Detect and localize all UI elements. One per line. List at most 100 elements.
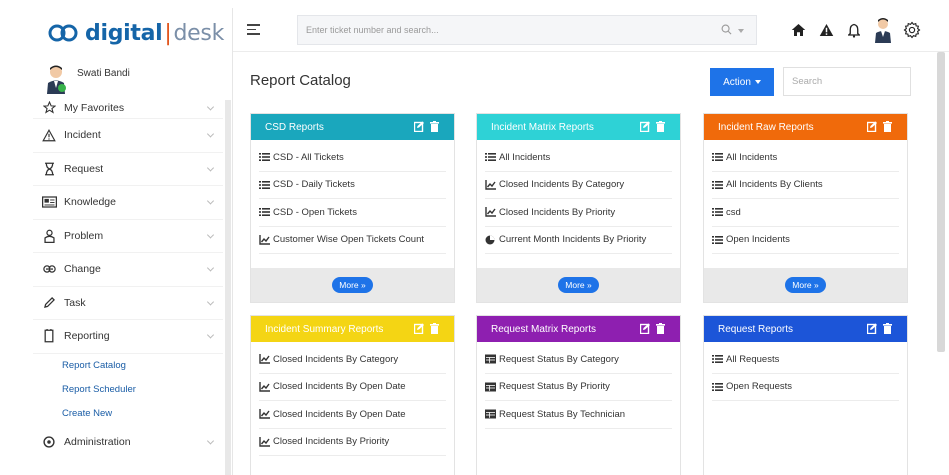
report-link[interactable]: Open Incidents [712,227,899,254]
report-card-title: Incident Raw Reports [718,121,814,133]
sidebar-item-request[interactable]: Request [33,153,223,186]
report-link[interactable]: Request Status By Technician [485,401,672,429]
sidebar-item-my-favorites[interactable]: My Favorites [33,97,223,119]
user-profile[interactable]: Swati Bandi [45,64,130,94]
sidebar-item-change[interactable]: Change [33,253,223,287]
knowledge-icon [41,194,57,210]
report-card: Incident Raw Reports All Incidents All Inc… [703,113,908,303]
sidebar-item-task[interactable]: Task [33,287,223,320]
more-button[interactable]: More » [558,277,599,293]
edit-icon[interactable] [639,121,650,133]
logo-separator: | [164,20,172,46]
settings-gear-icon[interactable] [903,21,921,39]
chevron-down-icon [206,231,215,239]
report-link-label: Closed Incidents By Priority [499,206,616,218]
ticket-search-input[interactable] [298,16,698,44]
more-button[interactable]: More » [332,277,373,293]
home-icon[interactable] [789,21,807,39]
list-icon [712,152,723,162]
report-link[interactable]: Current Month Incidents By Priority [485,227,672,254]
card-actions [639,323,666,335]
delete-icon[interactable] [430,121,440,132]
search-icon[interactable] [721,24,732,35]
sidebar-item-label: Administration [64,436,131,449]
admin-icon [41,434,57,450]
reporting-submenu: Report Catalog Report Scheduler Create N… [33,354,223,426]
report-link[interactable]: CSD - Daily Tickets [259,172,446,199]
sidebar-item-problem[interactable]: Problem [33,220,223,253]
action-dropdown-button[interactable]: Action [710,68,774,96]
report-link-label: Closed Incidents By Category [273,353,399,365]
sidebar-scrollbar[interactable] [225,100,231,475]
list-icon [485,152,496,162]
report-link[interactable]: Closed Incidents By Priority [485,199,672,227]
report-link[interactable]: Closed Incidents By Open Date [259,401,446,429]
report-link[interactable]: All Incidents [485,144,672,172]
report-link[interactable]: Closed Incidents By Open Date [259,374,446,401]
report-link[interactable]: All Requests [712,346,899,374]
report-link[interactable]: All Incidents [712,144,899,172]
report-link[interactable]: Closed Incidents By Category [259,346,446,374]
page-scrollbar[interactable] [937,52,945,352]
report-link-label: Open Requests [726,381,793,393]
delete-icon[interactable] [430,323,440,334]
chevron-down-icon [206,298,215,306]
edit-icon[interactable] [866,121,877,133]
chevron-down-icon[interactable] [738,29,744,33]
user-avatar-icon[interactable] [873,17,893,43]
report-list: All Requests Open Requests [704,342,907,401]
submenu-create-new[interactable]: Create New [62,402,223,426]
sidebar-item-administration[interactable]: Administration [33,426,223,460]
delete-icon[interactable] [883,121,893,132]
sidebar-item-label: Incident [64,129,101,142]
submenu-report-catalog[interactable]: Report Catalog [62,354,223,378]
alert-icon[interactable] [817,21,835,39]
report-card-header: Incident Summary Reports [251,316,454,342]
report-card: Request Matrix Reports Request Status By … [476,315,681,475]
sidebar-item-reporting[interactable]: Reporting [33,320,223,354]
report-link[interactable]: Request Status By Category [485,346,672,374]
edit-icon[interactable] [413,323,424,335]
report-link[interactable]: CSD - Open Tickets [259,199,446,227]
chart-icon [485,179,496,190]
edit-icon[interactable] [639,323,650,335]
sidebar-item-incident[interactable]: Incident [33,119,223,153]
caret-down-icon [754,80,761,84]
avatar [47,65,66,94]
delete-icon[interactable] [883,323,893,334]
report-card-header: Incident Raw Reports [704,114,907,140]
submenu-report-scheduler[interactable]: Report Scheduler [62,378,223,402]
report-search-input[interactable] [783,67,911,96]
report-link[interactable]: Request Status By Priority [485,374,672,401]
menu-toggle-icon[interactable] [247,24,260,38]
report-link[interactable]: csd [712,199,899,227]
report-link[interactable]: Customer Wise Open Tickets Count [259,227,446,254]
list-icon [712,354,723,364]
edit-icon[interactable] [413,121,424,133]
delete-icon[interactable] [656,121,666,132]
chevron-down-icon [206,197,215,205]
report-card-footer: More » [477,268,680,302]
chart-icon [259,234,270,245]
top-icons [789,15,921,45]
logo-digital: digital [85,20,163,46]
list-icon [712,235,723,245]
bell-icon[interactable] [845,21,863,39]
chevron-down-icon [206,102,215,111]
delete-icon[interactable] [656,323,666,334]
report-link[interactable]: All Incidents By Clients [712,172,899,199]
report-link[interactable]: Closed Incidents By Category [485,172,672,199]
more-button[interactable]: More » [785,277,826,293]
report-link-label: All Incidents [726,151,778,163]
report-list: CSD - All Tickets CSD - Daily Tickets CSD … [251,140,454,254]
chart-icon [259,409,270,419]
edit-icon[interactable] [866,323,877,335]
report-link[interactable]: Closed Incidents By Priority [259,429,446,456]
card-actions [413,121,440,133]
logo[interactable]: digital|desk [47,18,224,48]
report-link[interactable]: CSD - All Tickets [259,144,446,172]
sidebar-item-knowledge[interactable]: Knowledge [33,186,223,220]
chart-icon [259,381,270,392]
report-link[interactable]: Open Requests [712,374,899,401]
report-link-label: Customer Wise Open Tickets Count [273,234,424,246]
